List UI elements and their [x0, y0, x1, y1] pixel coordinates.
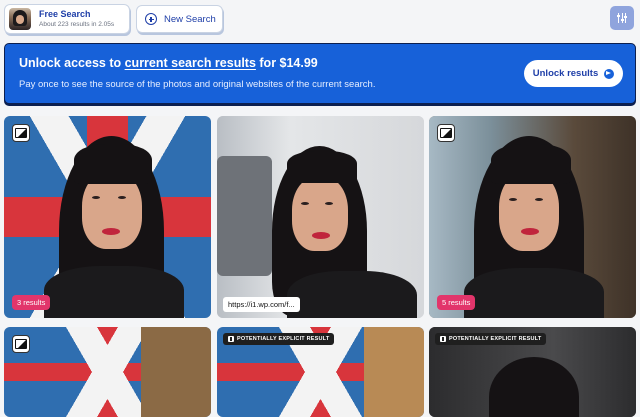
banner-description: Pay once to see the source of the photos…: [19, 79, 376, 90]
warning-icon: [228, 336, 234, 342]
result-card[interactable]: 3 results: [4, 116, 211, 318]
sliders-icon: [617, 13, 627, 23]
search-thumbnail: [9, 8, 31, 30]
result-card[interactable]: POTENTIALLY EXPLICIT RESULT: [429, 327, 636, 417]
result-count-badge: 5 results: [437, 295, 476, 310]
banner-title: Unlock access to current search results …: [19, 56, 318, 70]
image-icon: [12, 335, 30, 353]
warning-icon: [440, 336, 446, 342]
arrow-right-icon: [604, 68, 615, 79]
explicit-warning-badge: POTENTIALLY EXPLICIT RESULT: [223, 333, 335, 345]
result-count-badge: 3 results: [12, 295, 51, 310]
banner-title-link: current search results: [124, 56, 256, 70]
explicit-warning-badge: POTENTIALLY EXPLICIT RESULT: [435, 333, 547, 345]
source-url-tag: https://i1.wp.com/f...: [223, 297, 300, 312]
result-card[interactable]: 5 results: [429, 116, 636, 318]
new-search-label: New Search: [164, 13, 216, 25]
result-card[interactable]: https://i1.wp.com/f...: [217, 116, 424, 318]
search-chip-title: Free Search: [39, 8, 91, 19]
new-search-button[interactable]: New Search: [136, 5, 223, 33]
result-card[interactable]: POTENTIALLY EXPLICIT RESULT: [217, 327, 424, 417]
plus-circle-icon: [145, 13, 157, 25]
unlock-results-label: Unlock results: [532, 68, 599, 79]
unlock-results-button[interactable]: Unlock results: [524, 60, 623, 87]
current-search-chip[interactable]: Free Search About 223 results in 2.05s: [4, 4, 130, 34]
search-chip-subtitle: About 223 results in 2.05s: [39, 20, 115, 28]
filter-button[interactable]: [610, 6, 634, 30]
unlock-banner: Unlock access to current search results …: [4, 43, 636, 104]
image-icon: [12, 124, 30, 142]
top-bar: Free Search About 223 results in 2.05s N…: [0, 0, 640, 40]
image-icon: [437, 124, 455, 142]
result-card[interactable]: [4, 327, 211, 417]
